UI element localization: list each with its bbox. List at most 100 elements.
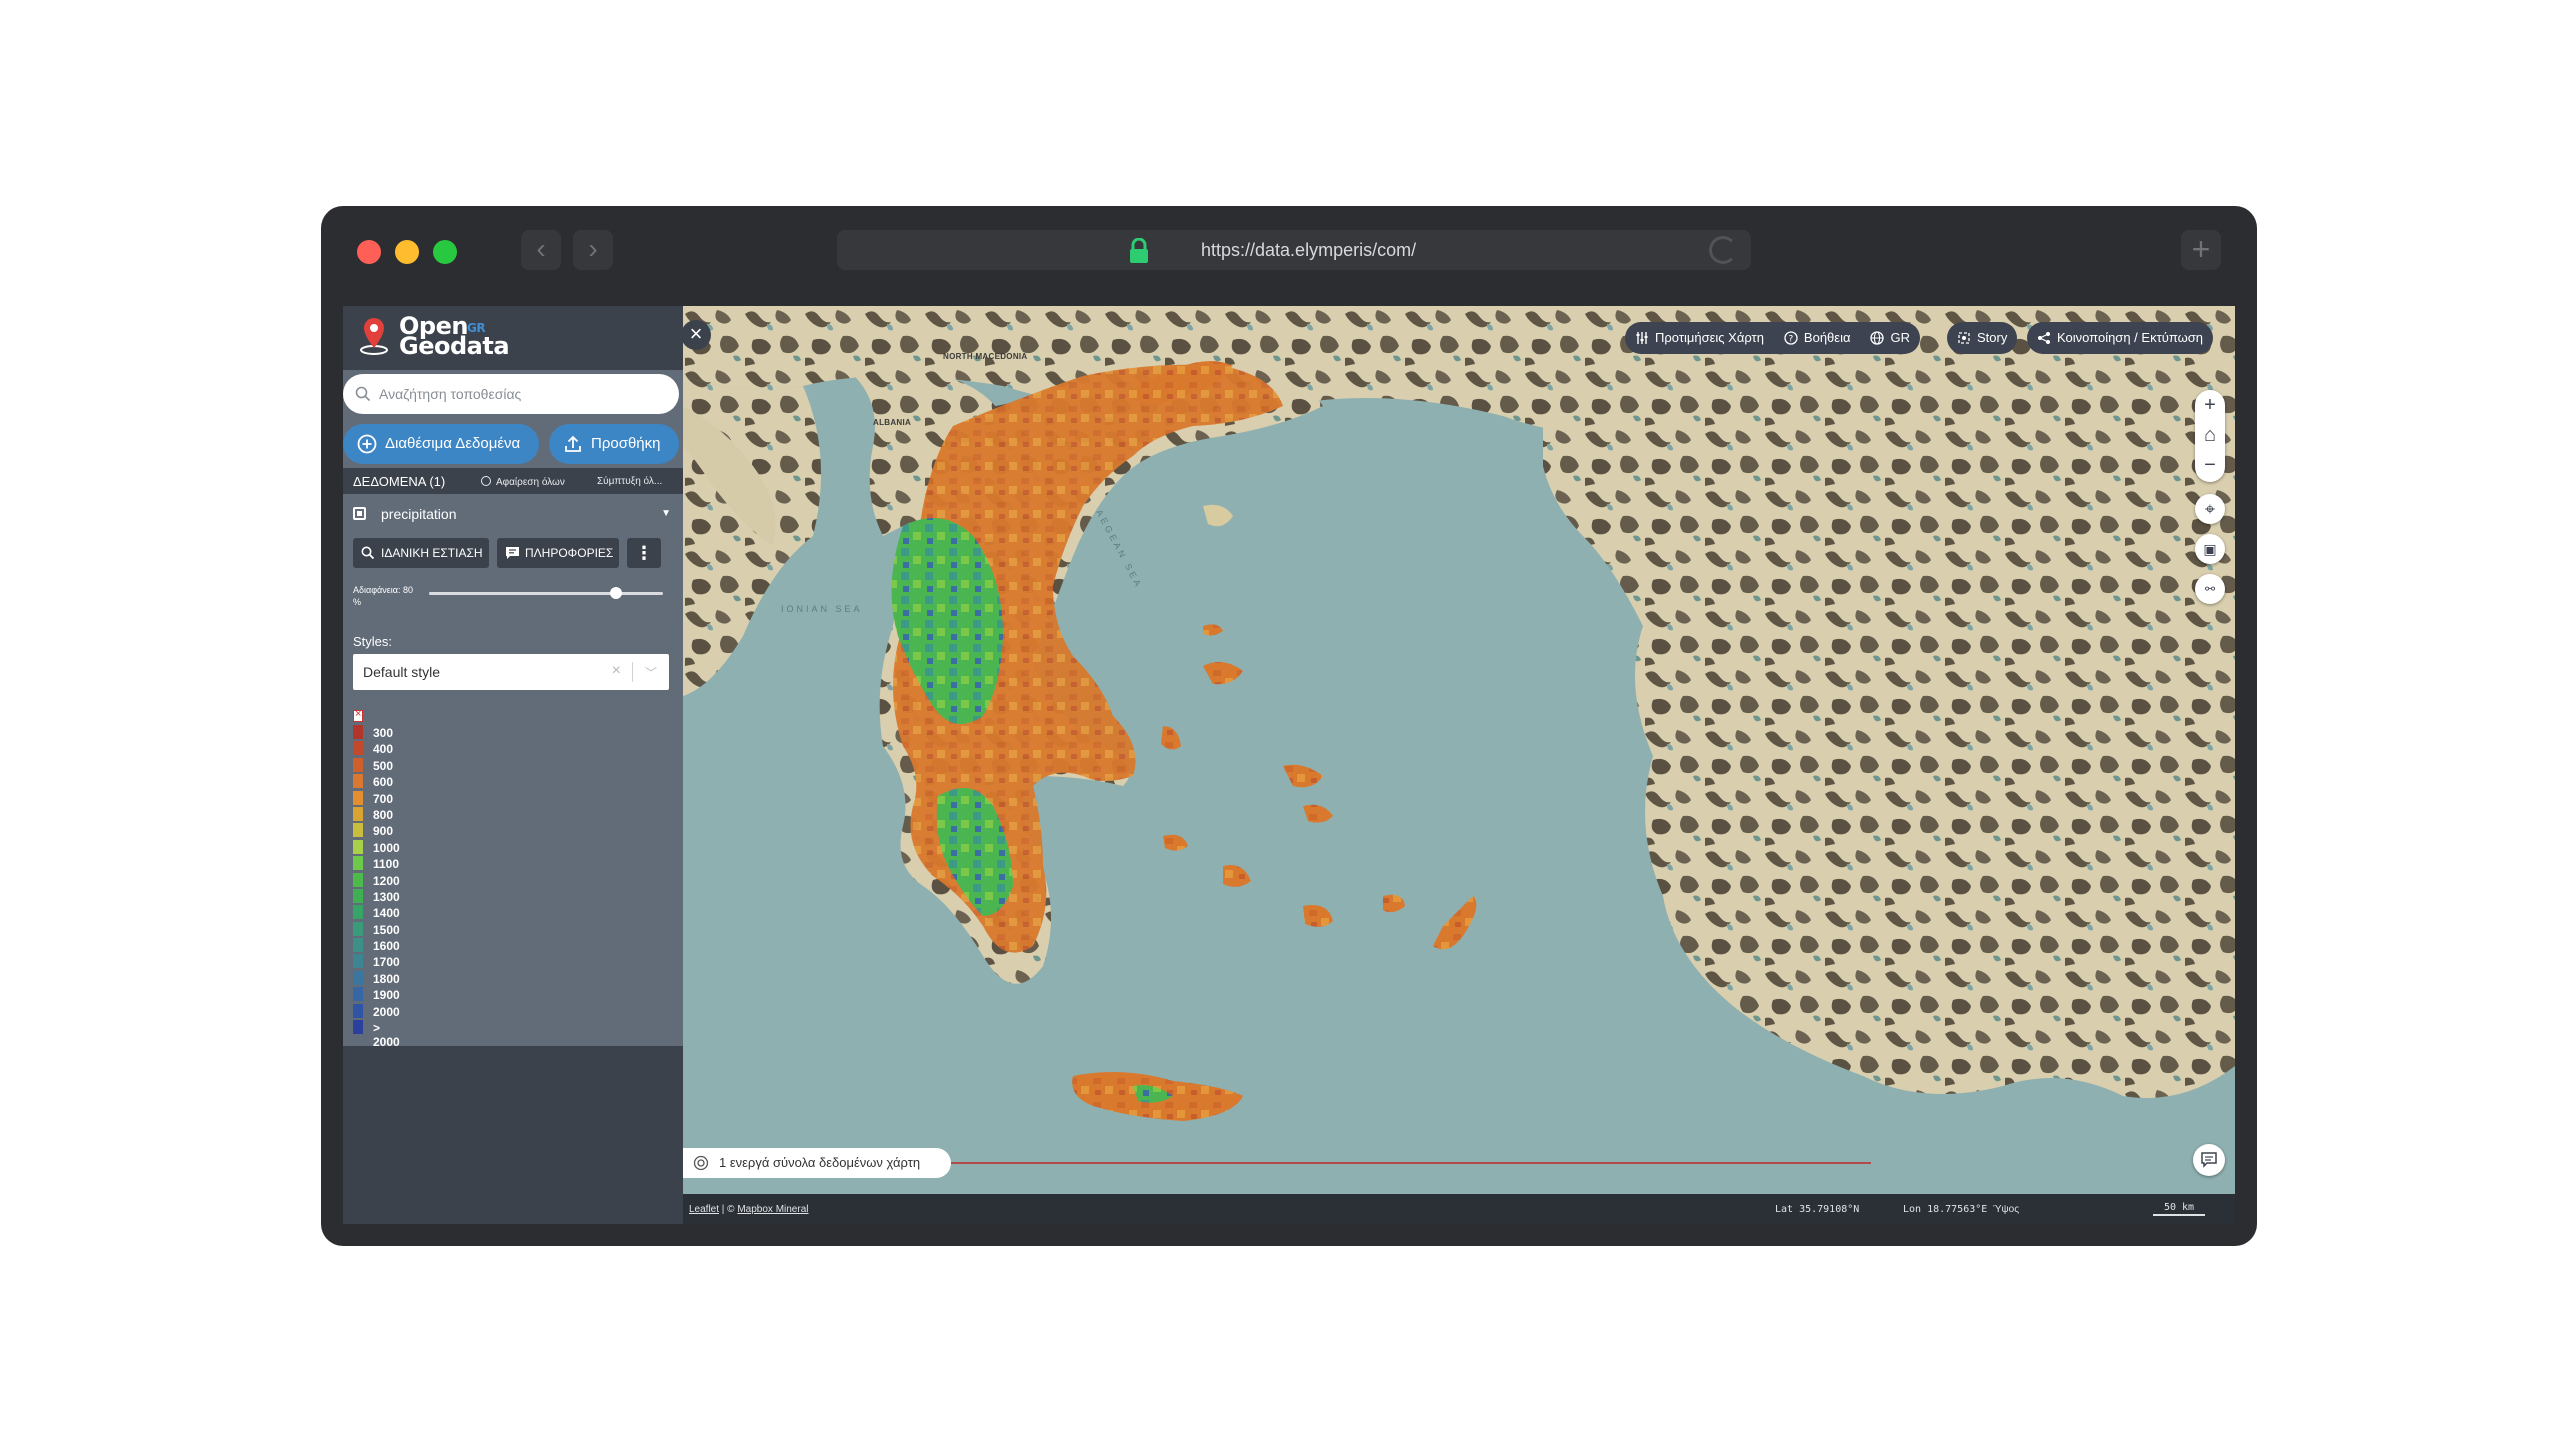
title-bar: ‹ › https://data.elymperis/com/ + bbox=[321, 206, 2257, 304]
legend-item: 1600 bbox=[353, 937, 400, 953]
chevron-down-icon[interactable]: ▼ bbox=[661, 508, 671, 519]
legend-item: 1900 bbox=[353, 986, 400, 1002]
back-button[interactable]: ‹ bbox=[521, 230, 561, 270]
legend-label: 1000 bbox=[373, 840, 400, 855]
available-data-label: Διαθέσιμα Δεδομένα bbox=[385, 435, 521, 452]
help-button[interactable]: ? Βοήθεια bbox=[1774, 322, 1861, 354]
legend-item: 500 bbox=[353, 757, 393, 773]
home-icon[interactable]: ⌂ bbox=[2195, 420, 2225, 450]
mapbox-link[interactable]: Mapbox Mineral bbox=[737, 1204, 808, 1215]
legend-swatch bbox=[353, 823, 363, 838]
longitude-readout: Lon 18.77563°E bbox=[1903, 1204, 1988, 1215]
story-icon bbox=[1958, 332, 1970, 344]
remove-all-button[interactable]: Αφαίρεση όλων bbox=[481, 476, 565, 488]
help-label: Βοήθεια bbox=[1803, 330, 1851, 345]
forward-button[interactable]: › bbox=[573, 230, 613, 270]
language-button[interactable]: GR bbox=[1860, 322, 1920, 354]
info-label: ΠΛΗΡΟΦΟΡΙΕΣ bbox=[525, 546, 614, 560]
collapse-all-button[interactable]: Σύμπτυξη όλ... bbox=[597, 476, 662, 487]
legend-label: 1300 bbox=[373, 889, 400, 904]
sidebar: Open Geodata GR Διαθέσιμα Δεδομέν bbox=[343, 306, 683, 1224]
legend-item: 300 bbox=[353, 724, 393, 740]
lock-icon bbox=[1130, 238, 1148, 263]
sidebar-header: Open Geodata GR bbox=[343, 306, 683, 370]
search-input[interactable] bbox=[379, 382, 669, 406]
clear-icon[interactable]: × bbox=[612, 662, 621, 680]
chat-icon bbox=[2201, 1152, 2217, 1168]
minimize-window-button[interactable] bbox=[395, 240, 419, 264]
map-canvas[interactable] bbox=[683, 306, 2235, 1194]
legend-swatch bbox=[353, 774, 363, 789]
chevron-down-icon[interactable]: ﹀ bbox=[645, 664, 657, 681]
legend-swatch bbox=[353, 725, 363, 739]
style-select[interactable]: Default style × ﹀ bbox=[353, 654, 669, 690]
ideal-zoom-label: ΙΔΑΝΙΚΗ ΕΣΤΙΑΣΗ bbox=[381, 546, 483, 560]
map-preferences-button[interactable]: Προτιμήσεις Χάρτη bbox=[1625, 322, 1774, 354]
legend-label: 1700 bbox=[373, 955, 400, 970]
address-bar[interactable]: https://data.elymperis/com/ bbox=[837, 230, 1751, 270]
add-data-button[interactable]: Προσθήκη bbox=[549, 424, 679, 464]
locate-icon[interactable]: ⌖ bbox=[2195, 494, 2225, 524]
legend-item: 1100 bbox=[353, 855, 399, 871]
legend-swatch bbox=[353, 954, 363, 969]
map-view[interactable]: NORTH MACEDONIA ALBANIA IONIAN SEA AEGEA… bbox=[683, 306, 2235, 1194]
layer-item-precipitation[interactable]: precipitation ▼ bbox=[343, 496, 683, 530]
layer-name: precipitation bbox=[381, 506, 457, 522]
share-print-button[interactable]: Κοινοποίηση / Εκτύπωση bbox=[2027, 322, 2214, 354]
url-text: https://data.elymperis/com/ bbox=[1201, 240, 1417, 260]
opacity-slider[interactable] bbox=[429, 587, 663, 599]
zoom-out-button[interactable]: − bbox=[2195, 450, 2225, 480]
legend-item: 800 bbox=[353, 806, 393, 822]
styles-label: Styles: bbox=[353, 634, 393, 649]
info-button[interactable]: ΠΛΗΡΟΦΟΡΙΕΣ bbox=[497, 538, 619, 568]
location-search[interactable] bbox=[343, 374, 679, 414]
legend-label: 1900 bbox=[373, 988, 400, 1003]
legend-item: 1700 bbox=[353, 953, 400, 969]
legend-item: 1800 bbox=[353, 970, 400, 986]
legend-label: 2000 bbox=[373, 1004, 400, 1019]
altitude-readout: Ύψος bbox=[1993, 1204, 2020, 1215]
legend-label: 800 bbox=[373, 807, 394, 822]
maximize-window-button[interactable] bbox=[433, 240, 457, 264]
globe-icon bbox=[1870, 331, 1885, 345]
app-logo[interactable]: Open Geodata GR bbox=[399, 314, 510, 358]
legend-swatch bbox=[353, 888, 363, 903]
story-button[interactable]: Story bbox=[1947, 322, 2018, 354]
available-data-button[interactable]: Διαθέσιμα Δεδομένα bbox=[343, 424, 539, 464]
language-label: GR bbox=[1890, 330, 1910, 345]
leaflet-link[interactable]: Leaflet bbox=[689, 1204, 719, 1215]
share-icon bbox=[2038, 332, 2050, 344]
label-ionian-sea: IONIAN SEA bbox=[781, 604, 863, 614]
timeline-bar[interactable] bbox=[951, 1162, 1871, 1164]
data-header: ΔΕΔΟΜΕΝΑ (1) Αφαίρεση όλων Σύμπτυξη όλ..… bbox=[343, 468, 683, 494]
map-layers-icon[interactable]: ▣ bbox=[2195, 534, 2225, 564]
legend-swatch bbox=[353, 757, 363, 772]
reload-icon[interactable] bbox=[1709, 236, 1737, 264]
legend: 300 400500 600700800 9001000 110012001300 140… bbox=[353, 708, 400, 1049]
legend-swatch bbox=[353, 905, 363, 920]
close-panel-button[interactable]: × bbox=[681, 320, 711, 350]
attribution: Leaflet | © Mapbox Mineral bbox=[689, 1204, 809, 1215]
zoom-in-button[interactable]: + bbox=[2195, 390, 2225, 420]
legend-item: 1300 bbox=[353, 888, 400, 904]
legend-item: 1400 bbox=[353, 904, 400, 920]
legend-swatch bbox=[353, 970, 363, 985]
more-options-button[interactable]: ⋮ bbox=[627, 538, 661, 568]
new-tab-button[interactable]: + bbox=[2181, 230, 2221, 270]
active-datasets-bar[interactable]: 1 ενεργά σύνολα δεδομένων χάρτη bbox=[683, 1148, 951, 1178]
browser-window: ‹ › https://data.elymperis/com/ + Open G… bbox=[321, 206, 2257, 1246]
measure-icon[interactable]: ⚯ bbox=[2195, 574, 2225, 604]
zoom-controls: + ⌂ − bbox=[2195, 390, 2225, 482]
help-icon: ? bbox=[1784, 331, 1798, 345]
ideal-zoom-button[interactable]: ΙΔΑΝΙΚΗ ΕΣΤΙΑΣΗ bbox=[353, 538, 489, 568]
legend-item: 900 bbox=[353, 822, 393, 838]
label-albania: ALBANIA bbox=[873, 418, 912, 427]
layers-icon bbox=[693, 1155, 709, 1171]
feedback-button[interactable] bbox=[2193, 1144, 2225, 1176]
layer-visibility-checkbox[interactable] bbox=[353, 507, 366, 520]
close-window-button[interactable] bbox=[357, 240, 381, 264]
legend-swatch bbox=[353, 806, 363, 821]
story-label: Story bbox=[1977, 330, 2008, 345]
legend-swatch bbox=[353, 921, 363, 936]
comment-icon bbox=[506, 547, 519, 559]
